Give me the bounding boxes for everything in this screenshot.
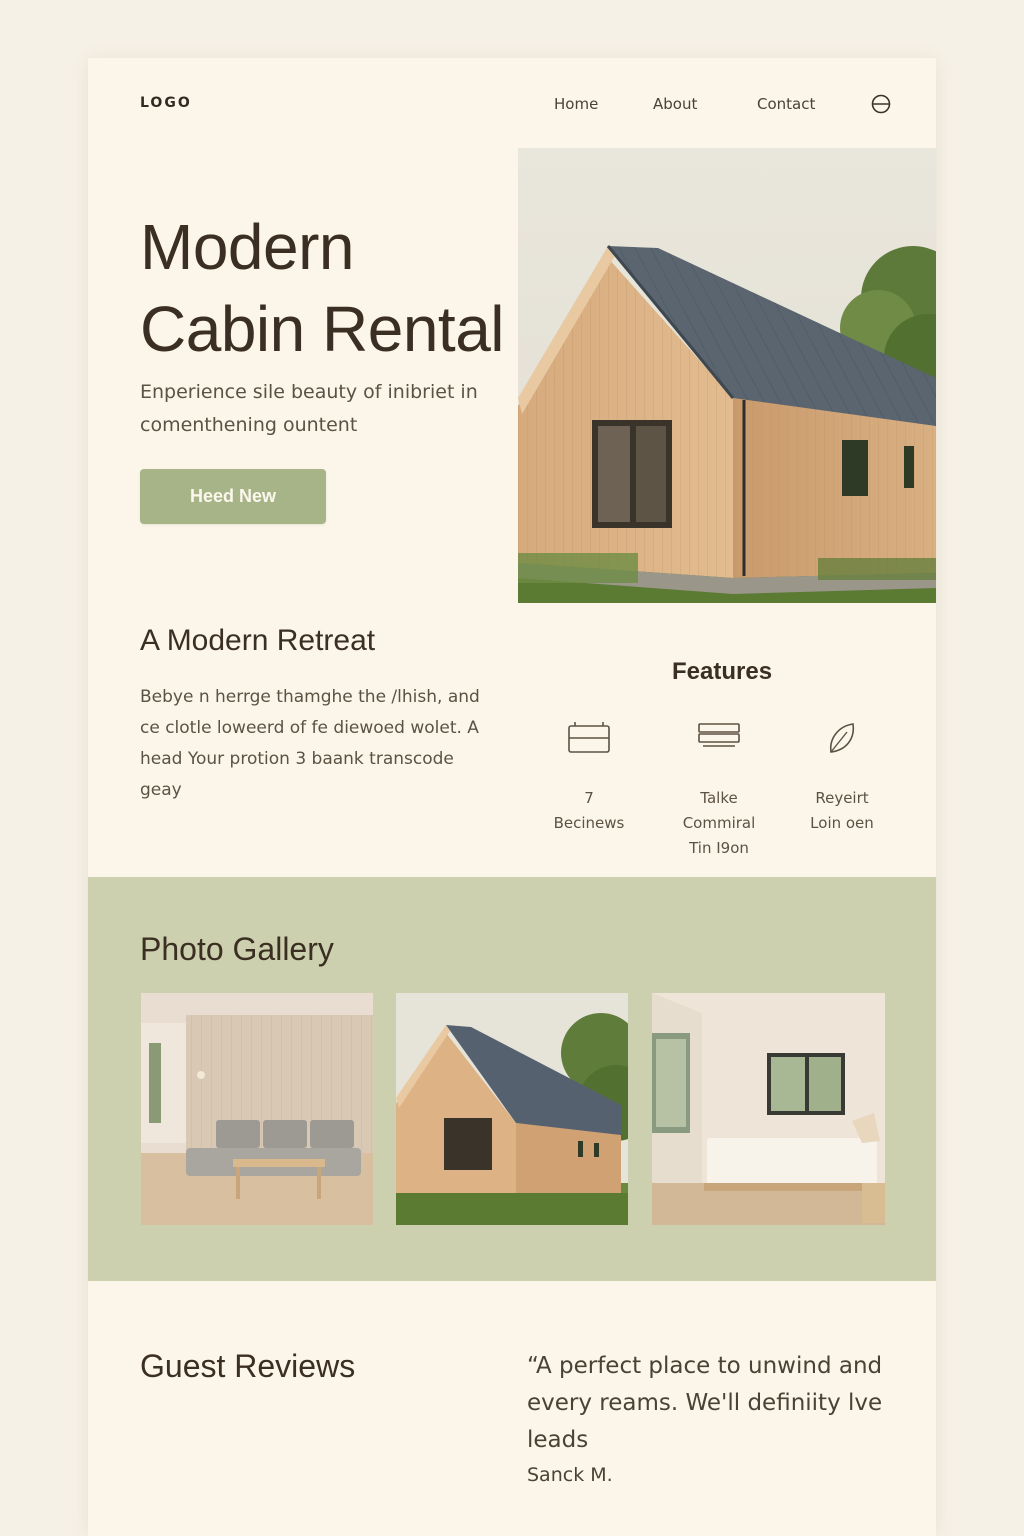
living-room-photo[interactable]: [141, 993, 373, 1225]
bedroom-photo[interactable]: [652, 993, 885, 1225]
retreat-body: Bebye n herrge thamghe the /lhish, and c…: [140, 687, 480, 800]
cabin-exterior-photo[interactable]: [396, 993, 628, 1225]
features-title: Features: [672, 658, 773, 685]
feature-label: Talke Commiral Tin I9on: [682, 789, 756, 857]
globe-icon[interactable]: [871, 94, 891, 114]
nav-home-link[interactable]: Home: [554, 95, 598, 113]
cabin-hero-image: [518, 148, 936, 603]
book-now-button[interactable]: Heed New: [140, 469, 326, 524]
hero-title-line2: Cabin Rental: [140, 293, 505, 365]
bed-icon: [568, 722, 610, 753]
review-author: Sanck M.: [527, 1464, 613, 1486]
feature-item: 7 Becinews: [529, 718, 649, 836]
reviews-title: Guest Reviews: [140, 1348, 356, 1384]
logo[interactable]: LOGO: [140, 95, 192, 111]
feature-item: Talke Commiral Tin I9on: [659, 718, 779, 861]
review-quote: “A perfect place to unwind and every rea…: [527, 1353, 883, 1453]
feature-item: Reyeirt Loin oen: [782, 718, 902, 836]
hero-title: Modern Cabin Rental: [140, 206, 560, 370]
stack-icon: [698, 723, 740, 747]
page-card: LOGO Home About Contact Modern Cabin Ren…: [88, 58, 936, 1536]
leaf-icon: [829, 723, 855, 753]
nav-contact-link[interactable]: Contact: [757, 95, 815, 113]
feature-label: 7 Becinews: [553, 789, 625, 832]
hero-subtitle: Enperience sile beauty of inibriet in co…: [140, 381, 478, 436]
feature-label: Reyeirt Loin oen: [810, 789, 874, 832]
nav-about-link[interactable]: About: [653, 95, 697, 113]
hero-title-line1: Modern: [140, 211, 355, 283]
photo-gallery-section: Photo Gallery: [88, 877, 936, 1281]
retreat-title: A Modern Retreat: [140, 624, 376, 657]
gallery-title: Photo Gallery: [140, 931, 334, 967]
